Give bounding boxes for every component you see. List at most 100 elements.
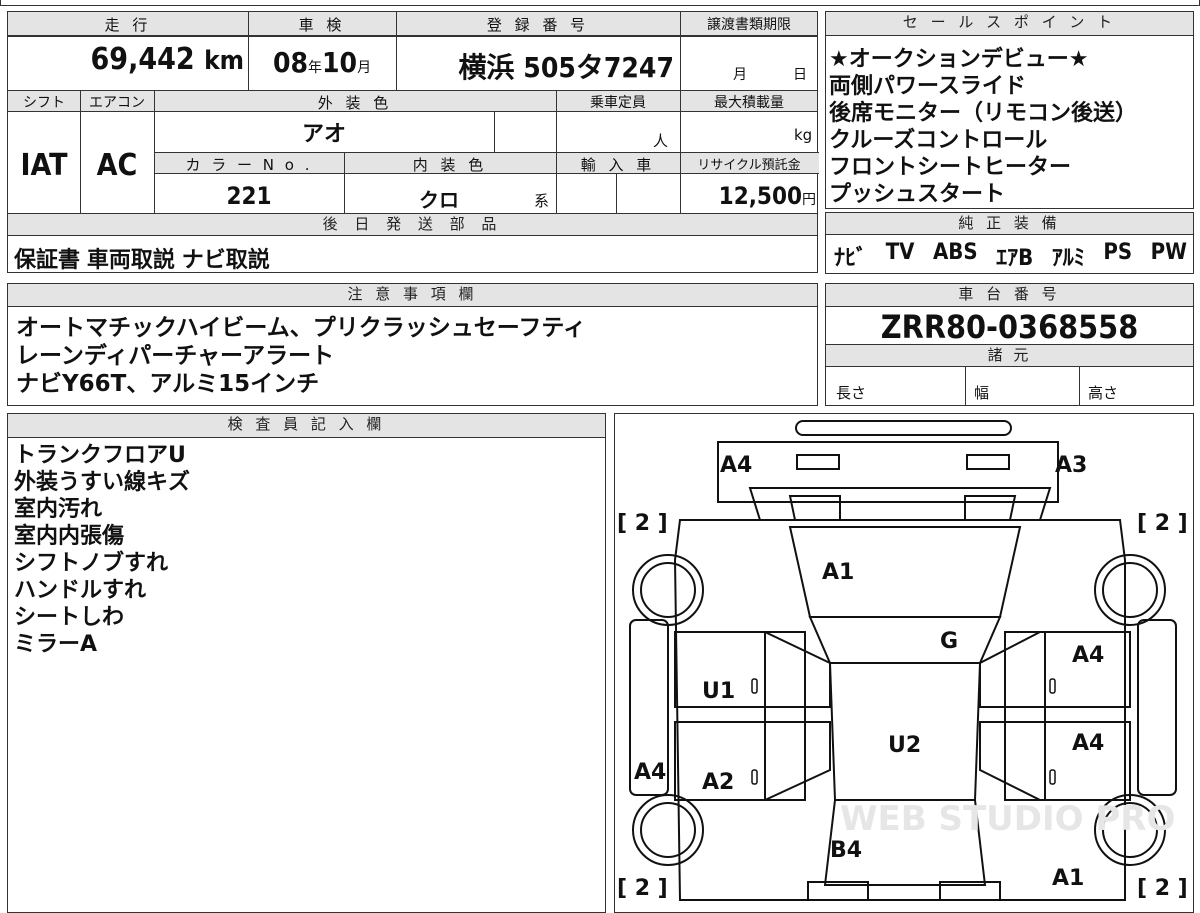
mark-left-quarter: A4 — [634, 760, 666, 785]
rear-glass-right — [963, 494, 1016, 521]
mark-right-front-door: A4 — [1072, 643, 1104, 668]
mark-right-front-fender: A1 — [1052, 866, 1084, 891]
mark-rear-left-door: A2 — [702, 770, 734, 795]
mark-roof: U2 — [888, 733, 921, 758]
inspector-line: 外装うすい線キズ — [14, 470, 191, 495]
vehicle-info-block: 走 行 車 検 登 録 番 号 譲渡書類期限 69,442 km 08年10月 … — [7, 11, 819, 273]
inspector-line: ミラーA — [14, 632, 98, 657]
grid-line — [680, 12, 681, 213]
chassis-number: ZRR80-0368558 — [880, 308, 1139, 346]
later-parts-header: 後 日 発 送 部 品 — [8, 213, 817, 236]
left-door-rear — [673, 720, 831, 801]
shift-label: シフト — [23, 95, 65, 111]
grid-line — [396, 12, 397, 90]
shift-value: IAT — [20, 148, 68, 183]
month-unit: 月 — [357, 60, 372, 76]
sales-points-list: ★オークションデビュー★ 両側パワースライド 後席モニター（リモコン後送） クル… — [829, 46, 1137, 208]
sales-points-block: セ ー ル ス ポ イ ン ト ★オークションデビュー★ 両側パワースライド 後… — [825, 11, 1194, 209]
interior-color-label: 内 装 色 — [412, 156, 488, 174]
recycle-unit: 円 — [802, 192, 816, 208]
sales-point-item: プッシュスタート — [829, 182, 1006, 207]
inspector-line: ハンドルすれ — [14, 578, 147, 603]
zero-marker — [1048, 768, 1056, 785]
aircon-label: エアコン — [89, 95, 145, 111]
body-outline — [673, 518, 1126, 901]
sales-point-item: クルーズコントロール — [829, 128, 1048, 153]
recycle-fee-number: 12,500 — [718, 182, 802, 210]
inspection-value: 08年10月 — [248, 46, 396, 79]
tire-label-front-right: [ 2 ] — [1137, 876, 1188, 901]
color-no-value: 221 — [226, 182, 272, 210]
sales-point-item: ★オークションデビュー★ — [829, 47, 1089, 72]
rear-bumper — [794, 419, 1012, 436]
deadline-label: 譲渡書類期限 — [707, 17, 791, 33]
equipment-item: PS — [1103, 240, 1133, 265]
mark-rear-left: A4 — [720, 453, 752, 478]
inspection-year: 08 — [272, 46, 308, 79]
damage-diagram-block: [ 2 ] [ 2 ] [ 2 ] [ 2 ] A4 A3 A1 G U1 A2… — [614, 413, 1194, 913]
deadline-month-unit: 月 — [733, 67, 747, 83]
interior-suffix: 系 — [534, 192, 550, 210]
year-unit: 年 — [308, 60, 322, 76]
equipment-item: ﾅﾋﾞ — [834, 246, 868, 271]
mileage-label: 走 行 — [104, 16, 152, 34]
recycle-label: リサイクル預託金 — [697, 158, 801, 173]
load-unit: kg — [794, 126, 813, 144]
mark-bumper-front: B4 — [830, 838, 862, 863]
equipment-block: 純 正 装 備 ﾅﾋﾞ TV ABS ｴｱB ｱﾙﾐ PS PW — [825, 212, 1194, 274]
notes-label: 注 意 事 項 欄 — [8, 284, 817, 307]
notes-lines: オートマチックハイビーム、プリクラッシュセーフティ レーンディパーチャーアラート… — [16, 314, 586, 398]
rear-body — [716, 440, 1059, 503]
max-load-label: 最大積載量 — [714, 95, 784, 111]
recycle-fee-value: 12,500円 — [680, 182, 816, 210]
color-no-label: カ ラ ー N o . — [185, 156, 313, 174]
sales-point-item: フロントシートヒーター — [829, 155, 1072, 180]
sales-points-label: セ ー ル ス ポ イ ン ト — [826, 12, 1193, 36]
wheel-front-left — [631, 793, 704, 866]
wheel-front-left-inner — [639, 801, 696, 858]
mileage-unit: km — [204, 46, 244, 76]
note-line: オートマチックハイビーム、プリクラッシュセーフティ — [16, 315, 586, 341]
registration-value: 横浜 505タ7247 — [458, 51, 674, 84]
grid-line — [344, 152, 345, 213]
sales-point-item: 両側パワースライド — [829, 74, 1026, 99]
width-label: 幅 — [974, 384, 990, 402]
mark-right-rear-door: A4 — [1072, 731, 1104, 756]
tire-label-front-left: [ 2 ] — [617, 876, 668, 901]
mark-windshield: G — [940, 629, 958, 654]
inspection-label: 車 検 — [298, 16, 346, 34]
grid-line — [1079, 367, 1080, 405]
mark-hood: A1 — [822, 560, 854, 585]
wheel-rear-right-inner — [1101, 561, 1158, 618]
height-label: 高さ — [1088, 384, 1119, 402]
note-line: レーンディパーチャーアラート — [16, 343, 335, 369]
equipment-item: ｴｱB — [996, 246, 1034, 271]
length-label: 長さ — [836, 384, 867, 402]
wheel-rear-left — [631, 553, 704, 626]
tire-label-rear-left: [ 2 ] — [617, 511, 668, 536]
grid-line — [494, 112, 495, 152]
registration-label: 登 録 番 号 — [486, 16, 590, 34]
inspection-month: 10 — [322, 46, 358, 79]
left-pillar — [763, 630, 806, 801]
tire-label-rear-right: [ 2 ] — [1137, 511, 1188, 536]
exterior-color-label: 外 装 色 — [317, 94, 393, 112]
grid-line — [80, 90, 81, 213]
right-door-front — [978, 630, 1131, 708]
inspector-line: シフトノブすれ — [14, 551, 169, 576]
top-clipped-strip — [0, 0, 1200, 6]
rear-glass-left — [788, 494, 841, 521]
zero-marker — [1048, 677, 1056, 694]
rear-lamp-right — [965, 453, 1010, 470]
later-parts-value: 保証書 車両取説 ナビ取説 — [14, 248, 270, 273]
inspector-line: シートしわ — [14, 605, 125, 630]
interior-color-value: クロ — [419, 188, 459, 212]
mileage-number: 69,442 — [90, 42, 195, 77]
specs-label: 諸 元 — [826, 344, 1193, 367]
right-pillar — [1003, 630, 1046, 801]
watermark: WEB STUDIO PRO — [840, 799, 1175, 839]
grid-line — [248, 12, 249, 90]
exterior-color-value: アオ — [301, 122, 346, 147]
inspector-line: トランクフロアU — [14, 443, 186, 468]
grid-line — [616, 174, 617, 213]
